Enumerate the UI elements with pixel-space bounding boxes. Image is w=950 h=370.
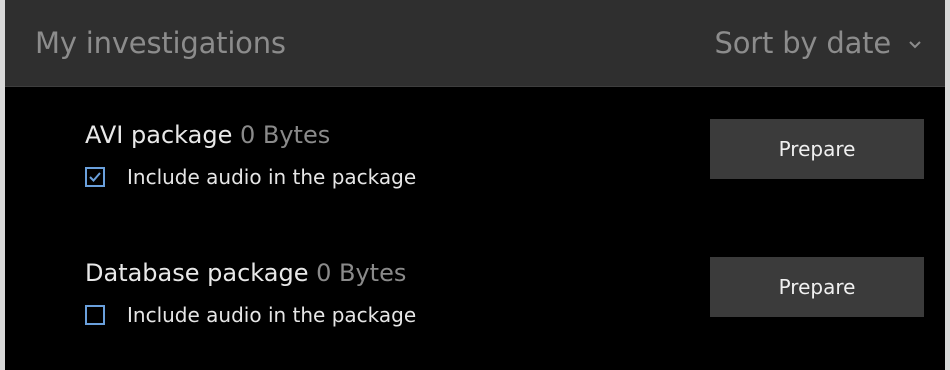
sort-dropdown[interactable]: Sort by date xyxy=(715,26,925,60)
package-row-avi: AVI package 0 Bytes Include audio in the… xyxy=(5,119,945,231)
package-row-database: Database package 0 Bytes Include audio i… xyxy=(5,257,945,369)
include-audio-label: Include audio in the package xyxy=(127,303,417,327)
checkmark-icon xyxy=(89,172,101,182)
package-name: Database package xyxy=(85,259,309,287)
include-audio-option[interactable]: Include audio in the package xyxy=(85,303,416,327)
include-audio-label: Include audio in the package xyxy=(127,165,417,189)
package-name: AVI package xyxy=(85,121,233,149)
prepare-avi-button[interactable]: Prepare xyxy=(710,119,924,179)
package-title: Database package 0 Bytes xyxy=(85,259,406,287)
include-audio-checkbox[interactable] xyxy=(85,167,105,187)
panel-header: My investigations Sort by date xyxy=(5,0,945,87)
include-audio-checkbox[interactable] xyxy=(85,305,105,325)
include-audio-option[interactable]: Include audio in the package xyxy=(85,165,416,189)
package-size: 0 Bytes xyxy=(316,259,407,287)
sort-label: Sort by date xyxy=(714,26,892,60)
package-title: AVI package 0 Bytes xyxy=(85,121,330,149)
prepare-database-button[interactable]: Prepare xyxy=(710,257,924,317)
investigations-panel: My investigations Sort by date AVI packa… xyxy=(5,0,945,370)
panel-title: My investigations xyxy=(35,26,286,60)
package-size: 0 Bytes xyxy=(239,121,331,149)
chevron-down-icon xyxy=(905,35,925,55)
